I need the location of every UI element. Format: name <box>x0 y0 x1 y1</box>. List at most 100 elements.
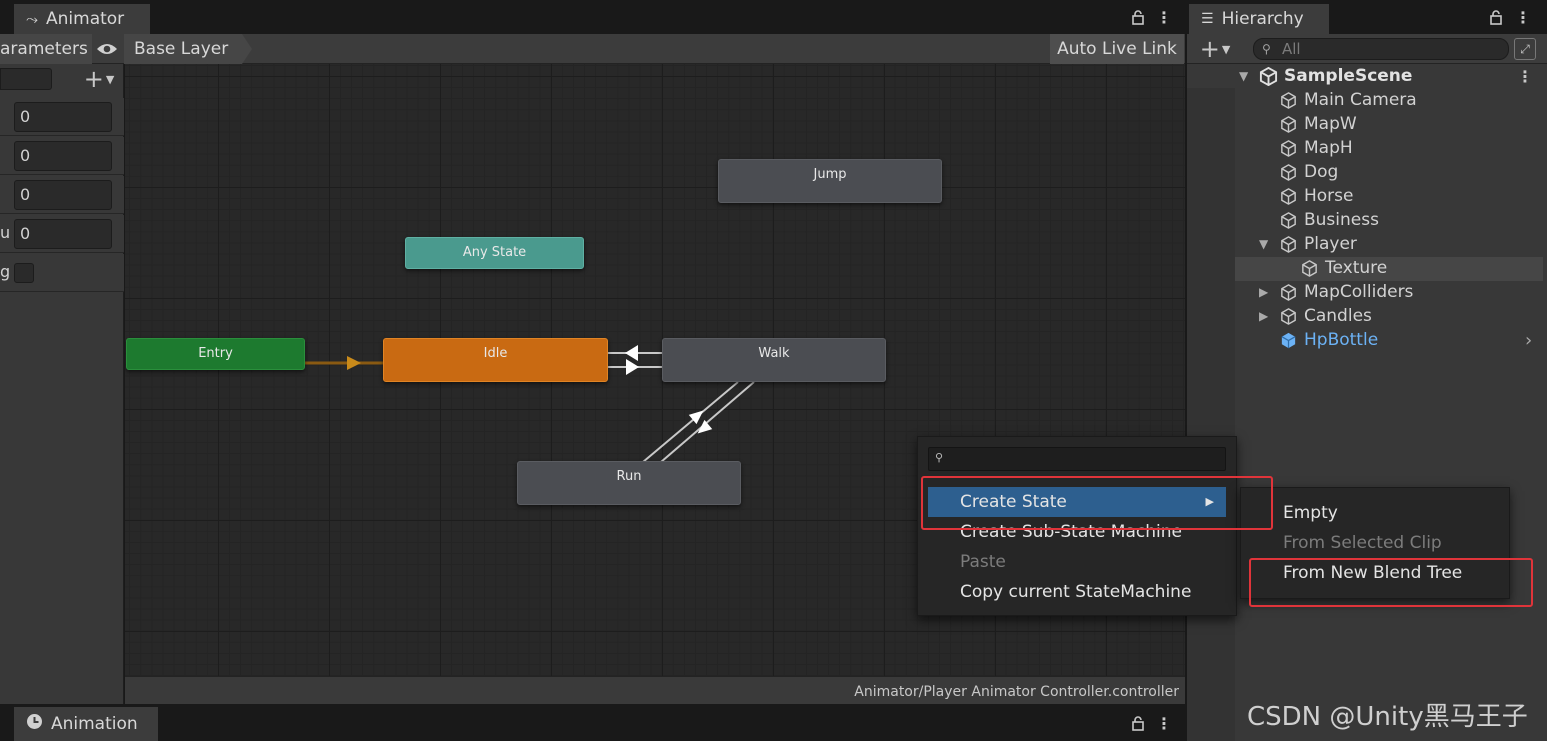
hierarchy-item-label: MapH <box>1304 138 1353 158</box>
params-list: 0 0 0 u 0 g <box>0 98 124 298</box>
hierarchy-item-maph[interactable]: MapH <box>1279 136 1353 160</box>
tab-animation[interactable]: Animation <box>14 707 158 741</box>
lock-icon[interactable] <box>1487 8 1505 26</box>
state-entry[interactable]: Entry <box>126 338 305 370</box>
collapse-arrow-icon[interactable]: ▶ <box>1259 309 1273 323</box>
hierarchy-item-horse[interactable]: Horse <box>1279 184 1354 208</box>
hierarchy-item-mapw[interactable]: MapW <box>1279 112 1357 136</box>
hierarchy-item-label: Candles <box>1304 306 1372 326</box>
hierarchy-item-label: MapW <box>1304 114 1357 134</box>
parameters-tab[interactable]: arameters <box>0 34 92 64</box>
state-walk[interactable]: Walk <box>662 338 886 382</box>
gameobject-icon <box>1281 187 1296 205</box>
transition-walk-run[interactable] <box>642 381 739 463</box>
menu-item-label: Empty <box>1283 503 1338 523</box>
hierarchy-toolbar: + ▼ ⚲ All ⤢ <box>1187 34 1547 64</box>
hierarchy-search-input[interactable]: ⚲ All <box>1253 38 1509 60</box>
create-button[interactable]: + ▼ <box>1195 35 1235 63</box>
gameobject-icon <box>1281 91 1296 109</box>
parameters-tab-label: arameters <box>0 39 88 59</box>
search-icon: ⚲ <box>935 451 944 464</box>
parameter-row: 0 <box>0 176 124 214</box>
hierarchy-item-player[interactable]: ▼ Player <box>1259 232 1357 256</box>
kebab-menu-icon[interactable]: ⋮ <box>1515 8 1531 27</box>
state-jump[interactable]: Jump <box>718 159 942 203</box>
tab-animator[interactable]: ⤳ Animator <box>14 4 150 34</box>
menu-item-copy-state-machine[interactable]: Copy current StateMachine <box>928 577 1236 607</box>
controller-path: Animator/Player Animator Controller.cont… <box>854 684 1179 700</box>
transition-arrow <box>625 345 638 361</box>
list-icon: ☰ <box>1201 11 1214 27</box>
state-any-state[interactable]: Any State <box>405 237 584 269</box>
kebab-menu-icon[interactable]: ⋮ <box>1156 8 1172 27</box>
breadcrumb[interactable]: Base Layer <box>124 34 252 64</box>
add-parameter-button[interactable]: + ▼ <box>78 65 120 93</box>
gameobject-icon <box>1302 259 1317 277</box>
parameter-row: g <box>0 254 124 292</box>
open-prefab-chevron-icon[interactable]: › <box>1525 330 1532 351</box>
gameobject-icon <box>1281 139 1296 157</box>
context-menu-search-input[interactable]: ⚲ <box>928 447 1226 471</box>
parameter-value-field[interactable]: 0 <box>14 180 112 210</box>
parameter-bool-checkbox[interactable] <box>14 263 34 283</box>
animator-toolbar: arameters Base Layer Auto Live Link <box>0 34 1185 64</box>
hierarchy-tabbar: ☰ Hierarchy ⋮ <box>1187 0 1547 34</box>
transition-run-walk[interactable] <box>660 381 755 463</box>
lock-icon[interactable] <box>1129 8 1147 26</box>
hierarchy-item-label: Horse <box>1304 186 1354 206</box>
gameobject-icon <box>1281 283 1296 301</box>
hierarchy-item-hpbottle[interactable]: HpBottle <box>1279 328 1378 352</box>
menu-item-label: Paste <box>960 552 1006 572</box>
gameobject-icon <box>1281 235 1296 253</box>
auto-live-link-button[interactable]: Auto Live Link <box>1050 34 1184 64</box>
parameter-value-field[interactable]: 0 <box>14 102 112 132</box>
eye-icon[interactable] <box>94 39 120 59</box>
hierarchy-item-label: Main Camera <box>1304 90 1417 110</box>
state-run-label: Run <box>616 469 642 484</box>
expand-arrow-icon[interactable]: ▼ <box>1239 69 1253 83</box>
collapse-arrow-icon[interactable]: ▶ <box>1259 285 1273 299</box>
lock-icon[interactable] <box>1129 714 1147 732</box>
parameters-panel: + ▼ 0 0 0 u 0 g <box>0 64 124 704</box>
state-idle[interactable]: Idle <box>383 338 608 382</box>
state-walk-label: Walk <box>758 346 790 361</box>
parameter-row: u 0 <box>0 215 124 253</box>
gameobject-icon <box>1281 115 1296 133</box>
hierarchy-item-candles[interactable]: ▶ Candles <box>1259 304 1372 328</box>
hierarchy-item-texture[interactable]: Texture <box>1300 256 1387 280</box>
transition-arrow <box>347 356 361 370</box>
tab-animator-label: Animator <box>46 9 125 29</box>
submenu-item-empty[interactable]: Empty <box>1251 498 1509 528</box>
parameter-value-field[interactable]: 0 <box>14 141 112 171</box>
menu-item-paste: Paste <box>928 547 1236 577</box>
hierarchy-item-business[interactable]: Business <box>1279 208 1379 232</box>
gameobject-icon <box>1281 307 1296 325</box>
breadcrumb-base-layer: Base Layer <box>134 39 229 59</box>
gameobject-icon <box>1281 211 1296 229</box>
hierarchy-item-dog[interactable]: Dog <box>1279 160 1338 184</box>
parameter-value-field[interactable]: 0 <box>14 219 112 249</box>
menu-item-label: From Selected Clip <box>1283 533 1442 553</box>
expand-arrow-icon[interactable]: ▼ <box>1259 237 1273 251</box>
search-options-icon[interactable]: ⤢ <box>1514 38 1536 60</box>
state-run[interactable]: Run <box>517 461 741 505</box>
hierarchy-item-main-camera[interactable]: Main Camera <box>1279 88 1417 112</box>
unity-scene-icon <box>1259 66 1278 86</box>
hierarchy-item-mapcolliders[interactable]: ▶ MapColliders <box>1259 280 1413 304</box>
scene-row[interactable]: ▼ SampleScene <box>1239 64 1539 88</box>
gameobject-icon <box>1281 163 1296 181</box>
scene-kebab-icon[interactable]: ⋮ <box>1517 67 1533 86</box>
kebab-menu-icon[interactable]: ⋮ <box>1156 714 1172 733</box>
tab-hierarchy[interactable]: ☰ Hierarchy <box>1189 4 1329 34</box>
parameter-name: g <box>0 262 11 281</box>
search-icon: ⚲ <box>1262 42 1271 56</box>
hierarchy-item-label: MapColliders <box>1304 282 1414 302</box>
annotation-box-blend-tree <box>1249 558 1533 607</box>
animator-icon: ⤳ <box>26 10 39 28</box>
dropdown-arrow-icon: ▼ <box>105 72 115 86</box>
annotation-box-create-state <box>921 476 1273 530</box>
parameter-search-field[interactable] <box>0 68 52 90</box>
state-idle-label: Idle <box>483 346 508 361</box>
hierarchy-row-highlight <box>1235 257 1543 281</box>
auto-live-link-label: Auto Live Link <box>1057 39 1177 59</box>
